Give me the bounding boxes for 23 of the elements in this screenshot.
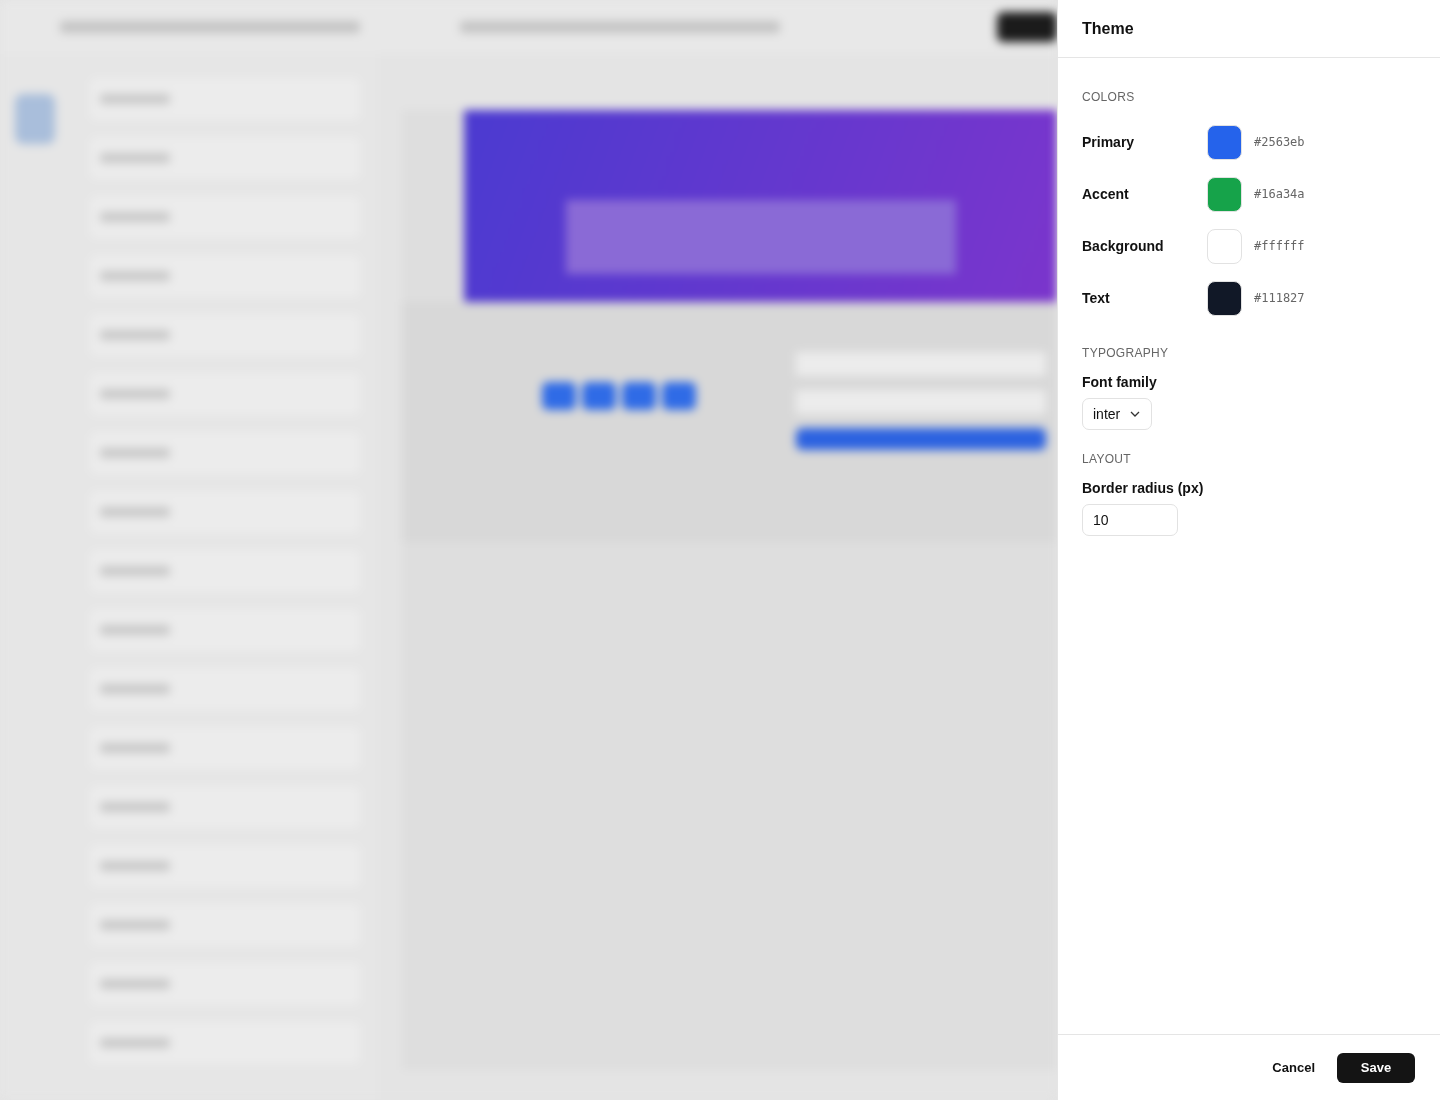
cancel-button[interactable]: Cancel	[1268, 1052, 1319, 1083]
field-label: Border radius (px)	[1082, 480, 1204, 496]
section-heading: COLORS	[1082, 90, 1135, 104]
color-label: Background	[1082, 238, 1165, 254]
color-swatch[interactable]	[1207, 124, 1242, 160]
section-heading: TYPOGRAPHY	[1082, 346, 1169, 360]
save-button[interactable]: Save	[1337, 1052, 1415, 1083]
color-label: Text	[1082, 290, 1111, 306]
color-swatch[interactable]	[1207, 228, 1242, 264]
field-label: Font family	[1082, 374, 1157, 390]
color-swatch[interactable]	[1207, 280, 1242, 316]
color-label: Accent	[1082, 186, 1130, 202]
section-heading: LAYOUT	[1082, 452, 1131, 466]
panel-title: Theme	[1082, 19, 1134, 38]
chevron-down-icon	[1130, 411, 1141, 417]
font-family-dropdown[interactable]: inter	[1082, 398, 1153, 430]
border-radius-input[interactable]: 10	[1082, 504, 1178, 536]
color-label: Primary	[1082, 134, 1136, 150]
color-swatch[interactable]	[1207, 176, 1242, 212]
color-hex-value: #111827	[1254, 291, 1305, 305]
color-hex-value: #16a34a	[1254, 187, 1305, 201]
color-hex-value: #ffffff	[1254, 239, 1305, 253]
color-hex-value: #2563eb	[1254, 135, 1305, 149]
